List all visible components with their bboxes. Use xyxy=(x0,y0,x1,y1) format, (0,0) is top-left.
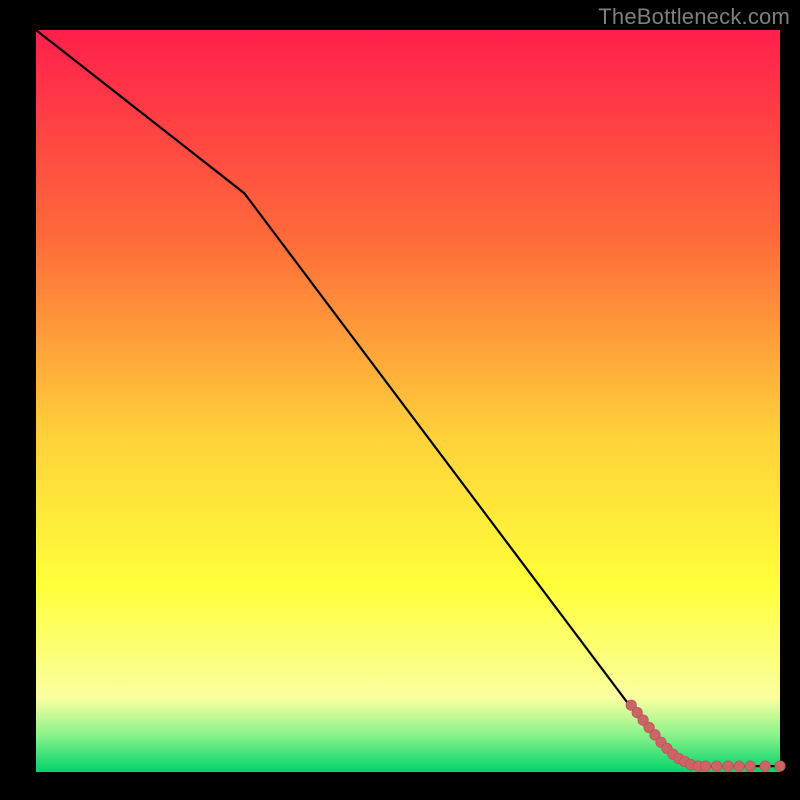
sample-point xyxy=(734,761,744,771)
bottleneck-chart xyxy=(0,0,800,800)
plot-background xyxy=(36,30,780,772)
sample-point xyxy=(712,761,722,771)
sample-point xyxy=(745,761,755,771)
attribution-label: TheBottleneck.com xyxy=(598,4,790,30)
chart-stage: TheBottleneck.com xyxy=(0,0,800,800)
sample-point xyxy=(700,761,710,771)
sample-point xyxy=(760,761,770,771)
sample-point xyxy=(775,761,785,771)
sample-point xyxy=(723,761,733,771)
